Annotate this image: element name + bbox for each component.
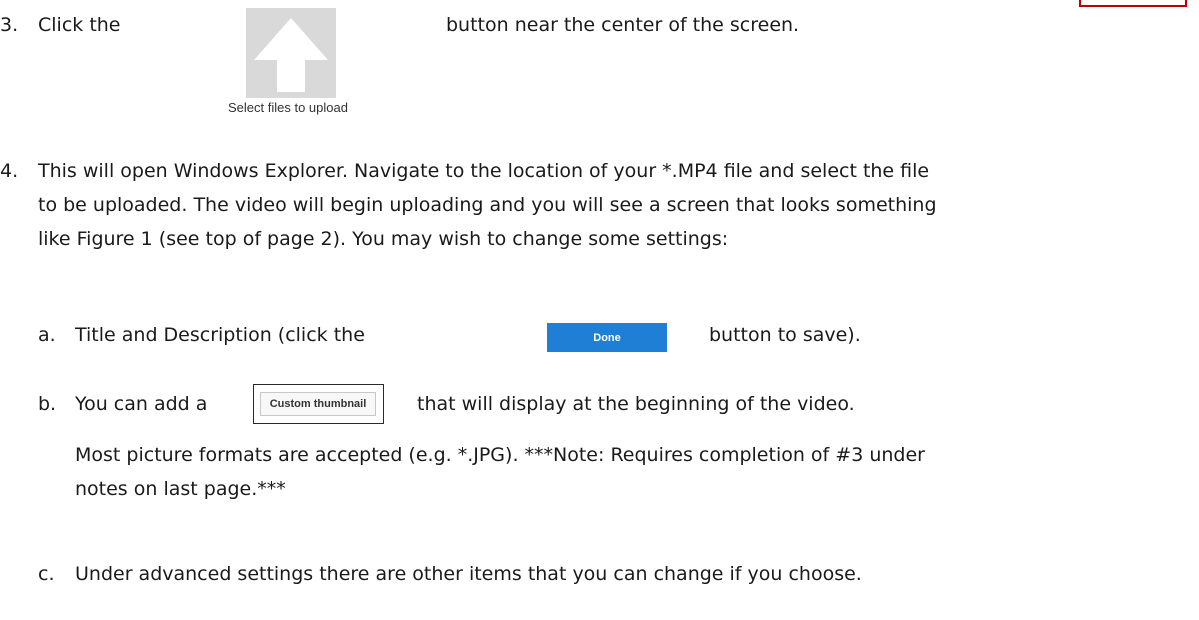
item-c-text: Under advanced settings there are other … <box>75 563 862 585</box>
upload-caption: Select files to upload <box>228 100 348 115</box>
step-4-line-1: This will open Windows Explorer. Navigat… <box>38 160 930 182</box>
item-b-line-1: Most picture formats are accepted (e.g. … <box>75 444 925 466</box>
item-b-letter: b. <box>38 393 57 415</box>
item-c-letter: c. <box>38 563 55 585</box>
item-b-line-2: notes on last page.*** <box>75 478 286 500</box>
step-4-line-2: to be uploaded. The video will begin upl… <box>38 194 937 216</box>
upload-arrow-icon <box>254 18 328 92</box>
step-3-text-before: Click the <box>38 14 121 36</box>
custom-thumbnail-button[interactable]: Custom thumbnail <box>260 392 376 416</box>
item-b-text-after: that will display at the beginning of th… <box>417 393 855 415</box>
item-a-letter: a. <box>38 324 56 346</box>
item-b-text-before: You can add a <box>75 393 208 415</box>
item-a-text-after: button to save). <box>709 324 861 346</box>
step-4-number: 4. <box>0 160 19 182</box>
done-button[interactable]: Done <box>547 323 667 352</box>
corner-box-fragment <box>1079 0 1187 7</box>
step-3-number: 3. <box>0 14 19 36</box>
upload-button-tile <box>246 8 336 98</box>
item-a-text-before: Title and Description (click the <box>75 324 365 346</box>
step-4-line-3: like Figure 1 (see top of page 2). You m… <box>38 228 729 250</box>
step-3-text-after: button near the center of the screen. <box>446 14 800 36</box>
custom-thumbnail-frame: Custom thumbnail <box>253 384 384 424</box>
